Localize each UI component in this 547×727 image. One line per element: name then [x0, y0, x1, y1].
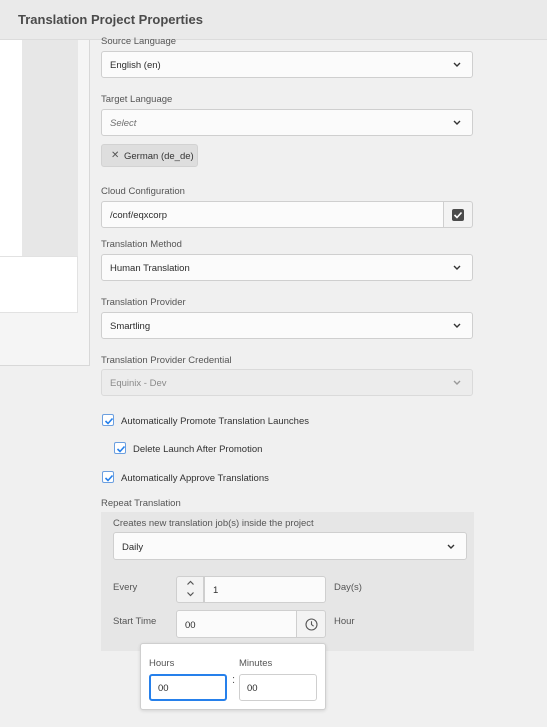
source-language-value: English (en) — [110, 60, 161, 71]
frequency-value: Daily — [122, 542, 144, 553]
chevron-down-icon[interactable] — [186, 590, 195, 600]
frequency-select[interactable]: Daily — [113, 532, 467, 560]
repeat-translation-label: Repeat Translation — [101, 498, 181, 509]
chevron-down-icon — [446, 541, 456, 551]
minutes-label: Minutes — [239, 658, 273, 669]
auto-approve-label: Automatically Approve Translations — [121, 473, 269, 484]
translation-method-label: Translation Method — [101, 239, 182, 250]
start-time-label: Start Time — [113, 616, 157, 627]
time-separator: : — [232, 674, 236, 686]
chevron-up-icon[interactable] — [186, 579, 195, 589]
chevron-down-icon — [452, 320, 462, 330]
repeat-translation-panel: Creates new translation job(s) inside th… — [101, 512, 474, 651]
auto-approve-checkbox[interactable] — [102, 471, 114, 483]
provider-credential-value: Equinix - Dev — [110, 378, 167, 389]
target-language-select[interactable]: Select — [101, 109, 473, 136]
every-value: 1 — [213, 585, 219, 596]
preview-footer — [0, 256, 78, 313]
start-time-value: 00 — [185, 620, 196, 631]
minutes-input[interactable]: 00 — [239, 674, 317, 701]
translation-provider-select[interactable]: Smartling — [101, 312, 473, 339]
provider-credential-select: Equinix - Dev — [101, 369, 473, 396]
time-picker-popover: Hours 00 : Minutes 00 — [140, 643, 326, 710]
delete-launch-label: Delete Launch After Promotion — [133, 444, 263, 455]
repeat-sub-label: Creates new translation job(s) inside th… — [113, 518, 314, 529]
chevron-down-icon — [452, 377, 462, 387]
translation-method-select[interactable]: Human Translation — [101, 254, 473, 281]
hours-value: 00 — [158, 683, 169, 694]
delete-launch-checkbox[interactable] — [114, 442, 126, 454]
minutes-value: 00 — [247, 683, 258, 694]
start-time-input[interactable]: 00 — [176, 610, 297, 638]
every-unit-label: Day(s) — [334, 582, 362, 593]
dialog-title: Translation Project Properties — [18, 12, 203, 27]
dialog-header: Translation Project Properties — [0, 0, 547, 40]
remove-tag-icon[interactable]: ✕ — [111, 150, 119, 161]
source-language-label: Source Language — [101, 36, 177, 47]
translation-method-value: Human Translation — [110, 263, 190, 274]
start-time-unit-label: Hour — [334, 616, 355, 627]
tag-label: German (de_de) — [124, 151, 194, 162]
clock-icon — [305, 618, 318, 631]
cloud-configuration-label: Cloud Configuration — [101, 186, 185, 197]
target-language-placeholder: Select — [110, 118, 137, 129]
every-input[interactable]: 1 — [204, 576, 326, 603]
auto-promote-label: Automatically Promote Translation Launch… — [121, 416, 309, 427]
chevron-down-icon — [452, 262, 462, 272]
every-stepper[interactable] — [176, 576, 204, 603]
translation-provider-value: Smartling — [110, 321, 151, 332]
every-label: Every — [113, 582, 138, 593]
cloud-configuration-value: /conf/eqxcorp — [110, 210, 168, 221]
source-language-select[interactable]: English (en) — [101, 51, 473, 78]
preview-thumbnail — [22, 40, 78, 256]
auto-promote-checkbox[interactable] — [102, 414, 114, 426]
target-language-label: Target Language — [101, 94, 173, 105]
cloud-configuration-input[interactable]: /conf/eqxcorp — [101, 201, 444, 228]
left-preview-panel — [0, 40, 90, 366]
browse-button[interactable] — [443, 201, 473, 228]
chevron-down-icon — [452, 59, 462, 69]
translation-provider-label: Translation Provider — [101, 297, 186, 308]
provider-credential-label: Translation Provider Credential — [101, 355, 232, 366]
hours-label: Hours — [149, 658, 175, 669]
chevron-down-icon — [452, 117, 462, 127]
hours-input[interactable]: 00 — [149, 674, 227, 701]
clock-button[interactable] — [296, 610, 326, 638]
target-language-tag: ✕ German (de_de) — [101, 144, 198, 167]
checkmark-icon — [452, 209, 464, 221]
